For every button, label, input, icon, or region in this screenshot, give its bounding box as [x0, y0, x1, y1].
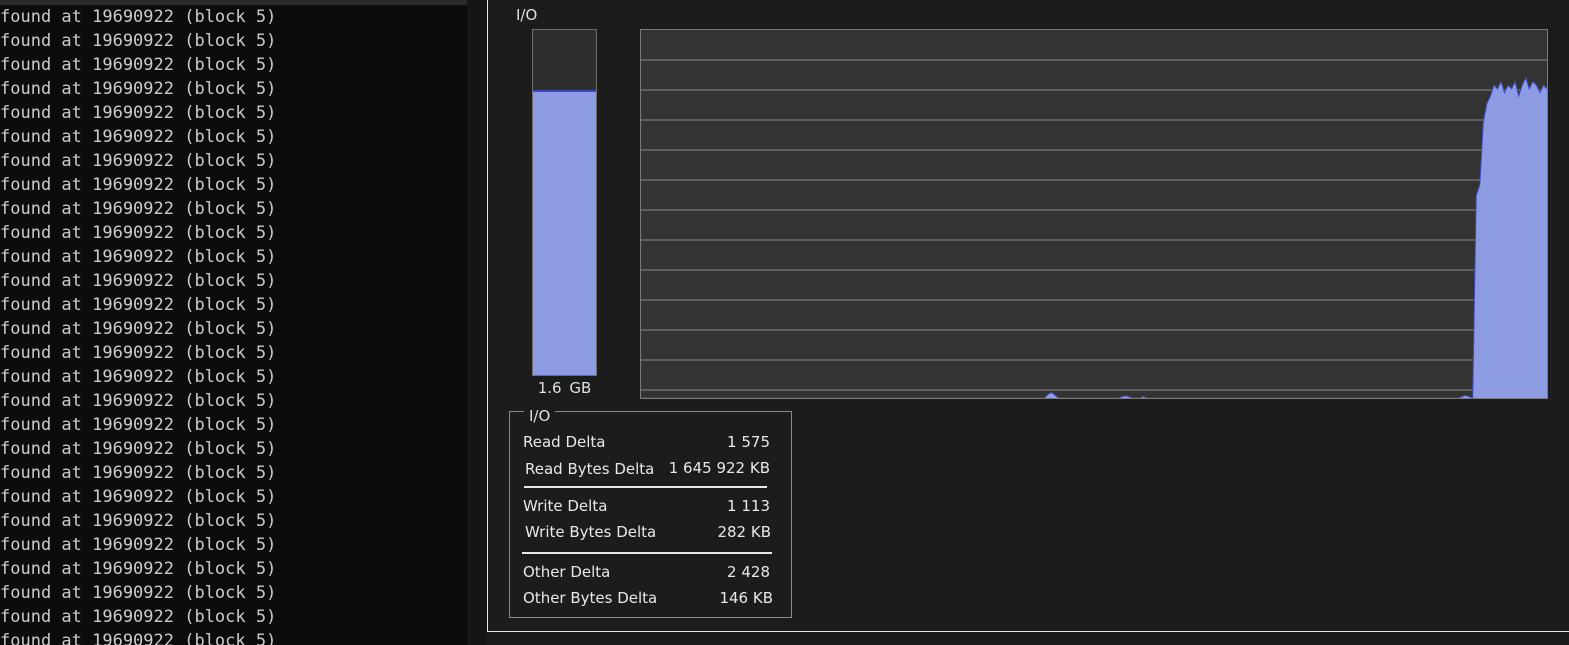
other-delta-label: Other Delta [523, 563, 611, 581]
console-window[interactable]: found at 19690922 (block 5) found at 1969… [0, 0, 467, 645]
read-bytes-delta-value: 1 645 922 KB [668, 459, 770, 477]
read-separator [524, 486, 767, 488]
other-delta-value: 2 428 [727, 563, 770, 581]
console-line: found at 19690922 (block 5) [0, 103, 277, 123]
pane-divider[interactable] [467, 0, 487, 645]
other-bytes-delta-value: 146 KB [719, 589, 773, 607]
io-meter [532, 29, 597, 376]
console-line: found at 19690922 (block 5) [0, 79, 277, 99]
console-line: found at 19690922 (block 5) [0, 391, 277, 411]
console-line: found at 19690922 (block 5) [0, 511, 277, 531]
console-line: found at 19690922 (block 5) [0, 487, 277, 507]
io-graph-area [641, 77, 1547, 398]
console-line: found at 19690922 (block 5) [0, 439, 277, 459]
write-delta-value: 1 113 [727, 497, 770, 515]
console-line: found at 19690922 (block 5) [0, 583, 277, 603]
console-line: found at 19690922 (block 5) [0, 271, 277, 291]
read-delta-value: 1 575 [727, 433, 770, 451]
console-line: found at 19690922 (block 5) [0, 319, 277, 339]
console-line: found at 19690922 (block 5) [0, 175, 277, 195]
console-line: found at 19690922 (block 5) [0, 607, 277, 627]
io-graph-canvas [641, 59, 1547, 398]
console-line: found at 19690922 (block 5) [0, 367, 277, 387]
console-line: found at 19690922 (block 5) [0, 31, 277, 51]
read-delta-label: Read Delta [523, 433, 606, 451]
console-line: found at 19690922 (block 5) [0, 223, 277, 243]
io-history-graph [640, 29, 1548, 399]
console-line: found at 19690922 (block 5) [0, 295, 277, 315]
console-line: found at 19690922 (block 5) [0, 7, 277, 27]
io-groupbox-title: I/O [524, 407, 556, 425]
write-bytes-delta-value: 282 KB [717, 523, 771, 541]
console-line: found at 19690922 (block 5) [0, 343, 277, 363]
console-line: found at 19690922 (block 5) [0, 415, 277, 435]
write-separator [522, 552, 772, 554]
console-line: found at 19690922 (block 5) [0, 463, 277, 483]
console-line: found at 19690922 (block 5) [0, 127, 277, 147]
console-output: found at 19690922 (block 5) found at 1969… [0, 5, 276, 645]
console-line: found at 19690922 (block 5) [0, 559, 277, 579]
io-meter-fill [533, 90, 596, 375]
console-line: found at 19690922 (block 5) [0, 55, 277, 75]
write-delta-label: Write Delta [523, 497, 608, 515]
console-line: found at 19690922 (block 5) [0, 631, 277, 645]
console-line: found at 19690922 (block 5) [0, 247, 277, 267]
console-line: found at 19690922 (block 5) [0, 151, 277, 171]
console-line: found at 19690922 (block 5) [0, 535, 277, 555]
io-heading: I/O [516, 6, 538, 24]
io-meter-label: 1.6 GB [537, 379, 592, 397]
console-line: found at 19690922 (block 5) [0, 199, 277, 219]
io-graph-line [641, 76, 1547, 398]
